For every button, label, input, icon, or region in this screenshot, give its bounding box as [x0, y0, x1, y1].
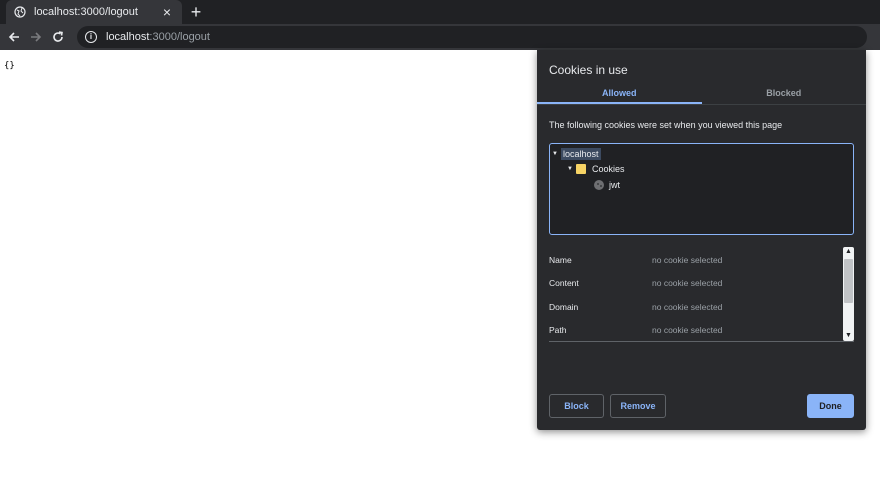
back-button[interactable] — [3, 26, 25, 48]
tree-node-cookies[interactable]: ▼ Cookies — [567, 162, 625, 175]
cookie-icon — [594, 179, 604, 190]
scrollbar-thumb[interactable] — [844, 259, 853, 303]
tab-strip: localhost:3000/logout × + — [0, 0, 880, 24]
forward-button[interactable] — [25, 26, 47, 48]
cookie-details: Name no cookie selected Content no cooki… — [549, 247, 854, 341]
url-host: localhost — [106, 31, 150, 43]
tree-node-jwt[interactable]: jwt — [594, 178, 620, 191]
scroll-down-icon[interactable]: ▼ — [843, 331, 854, 341]
detail-row-name: Name no cookie selected — [549, 255, 839, 267]
reload-button[interactable] — [47, 26, 69, 48]
dialog-tabs: Allowed Blocked — [537, 83, 866, 105]
address-bar[interactable]: i localhost:3000/logout — [77, 26, 867, 48]
browser-toolbar: i localhost:3000/logout — [0, 24, 880, 50]
detail-key: Content — [549, 278, 579, 288]
detail-row-domain: Domain no cookie selected — [549, 302, 839, 314]
detail-value: no cookie selected — [652, 325, 723, 335]
details-scrollbar[interactable]: ▲ ▼ — [843, 247, 854, 341]
tab-blocked[interactable]: Blocked — [702, 83, 867, 104]
detail-value: no cookie selected — [652, 302, 723, 312]
arrow-right-icon — [31, 32, 42, 42]
tree-node-localhost[interactable]: ▼ localhost — [552, 147, 601, 160]
detail-key: Domain — [549, 302, 579, 312]
divider — [549, 341, 854, 342]
scroll-up-icon[interactable]: ▲ — [843, 247, 854, 257]
expand-arrow-icon[interactable]: ▼ — [552, 151, 561, 157]
detail-value: no cookie selected — [652, 278, 723, 288]
json-response: {} — [4, 61, 15, 71]
reload-icon — [53, 31, 63, 42]
info-icon[interactable]: i — [85, 31, 97, 43]
remove-button[interactable]: Remove — [610, 394, 666, 418]
tree-node-label: jwt — [609, 179, 620, 190]
tree-node-label: Cookies — [592, 163, 625, 174]
detail-row-content: Content no cookie selected — [549, 278, 839, 290]
folder-icon — [576, 163, 586, 174]
tree-node-label: localhost — [561, 147, 601, 160]
block-button[interactable]: Block — [549, 394, 604, 418]
dialog-title: Cookies in use — [549, 63, 628, 77]
cookie-tree[interactable]: ▼ localhost ▼ Cookies jwt — [549, 143, 854, 235]
detail-key: Path — [549, 325, 567, 335]
new-tab-button[interactable]: + — [188, 3, 204, 21]
done-button[interactable]: Done — [807, 394, 854, 418]
browser-tab[interactable]: localhost:3000/logout × — [6, 0, 182, 24]
detail-value: no cookie selected — [652, 255, 723, 265]
close-tab-icon[interactable]: × — [160, 5, 174, 19]
detail-row-path: Path no cookie selected — [549, 325, 839, 337]
url-path: :3000/logout — [149, 31, 210, 43]
dialog-description: The following cookies were set when you … — [549, 120, 783, 130]
cookies-dialog: Cookies in use Allowed Blocked The follo… — [537, 50, 866, 430]
arrow-left-icon — [8, 32, 19, 42]
expand-arrow-icon[interactable]: ▼ — [567, 166, 576, 172]
tab-allowed[interactable]: Allowed — [537, 83, 702, 104]
tab-title: localhost:3000/logout — [34, 6, 138, 18]
globe-icon — [14, 6, 26, 18]
detail-key: Name — [549, 255, 572, 265]
